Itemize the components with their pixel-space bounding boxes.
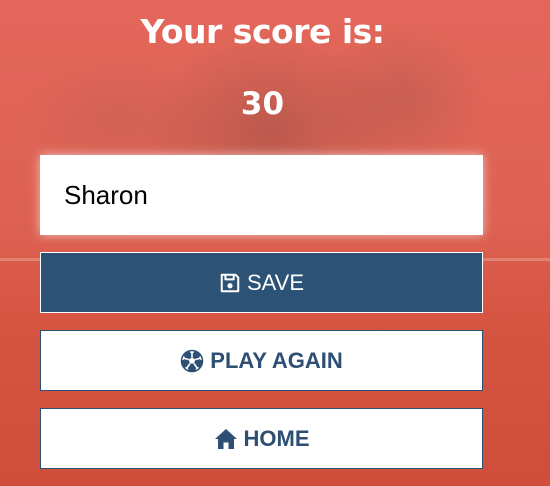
home-icon [214,428,238,450]
page-title: Your score is: [140,12,385,51]
score-screen: Your score is: 30 SAVE [0,0,550,486]
play-again-button-label: PLAY AGAIN [210,347,343,373]
save-button-label: SAVE [246,269,305,295]
home-button-label: HOME [243,425,310,451]
play-again-button[interactable]: PLAY AGAIN [40,330,483,391]
soccer-ball-icon [180,348,205,373]
score-value: 30 [240,86,285,122]
floppy-disk-icon [219,272,241,294]
home-button[interactable]: HOME [40,408,483,469]
save-button[interactable]: SAVE [40,252,483,313]
name-input[interactable] [40,155,483,235]
